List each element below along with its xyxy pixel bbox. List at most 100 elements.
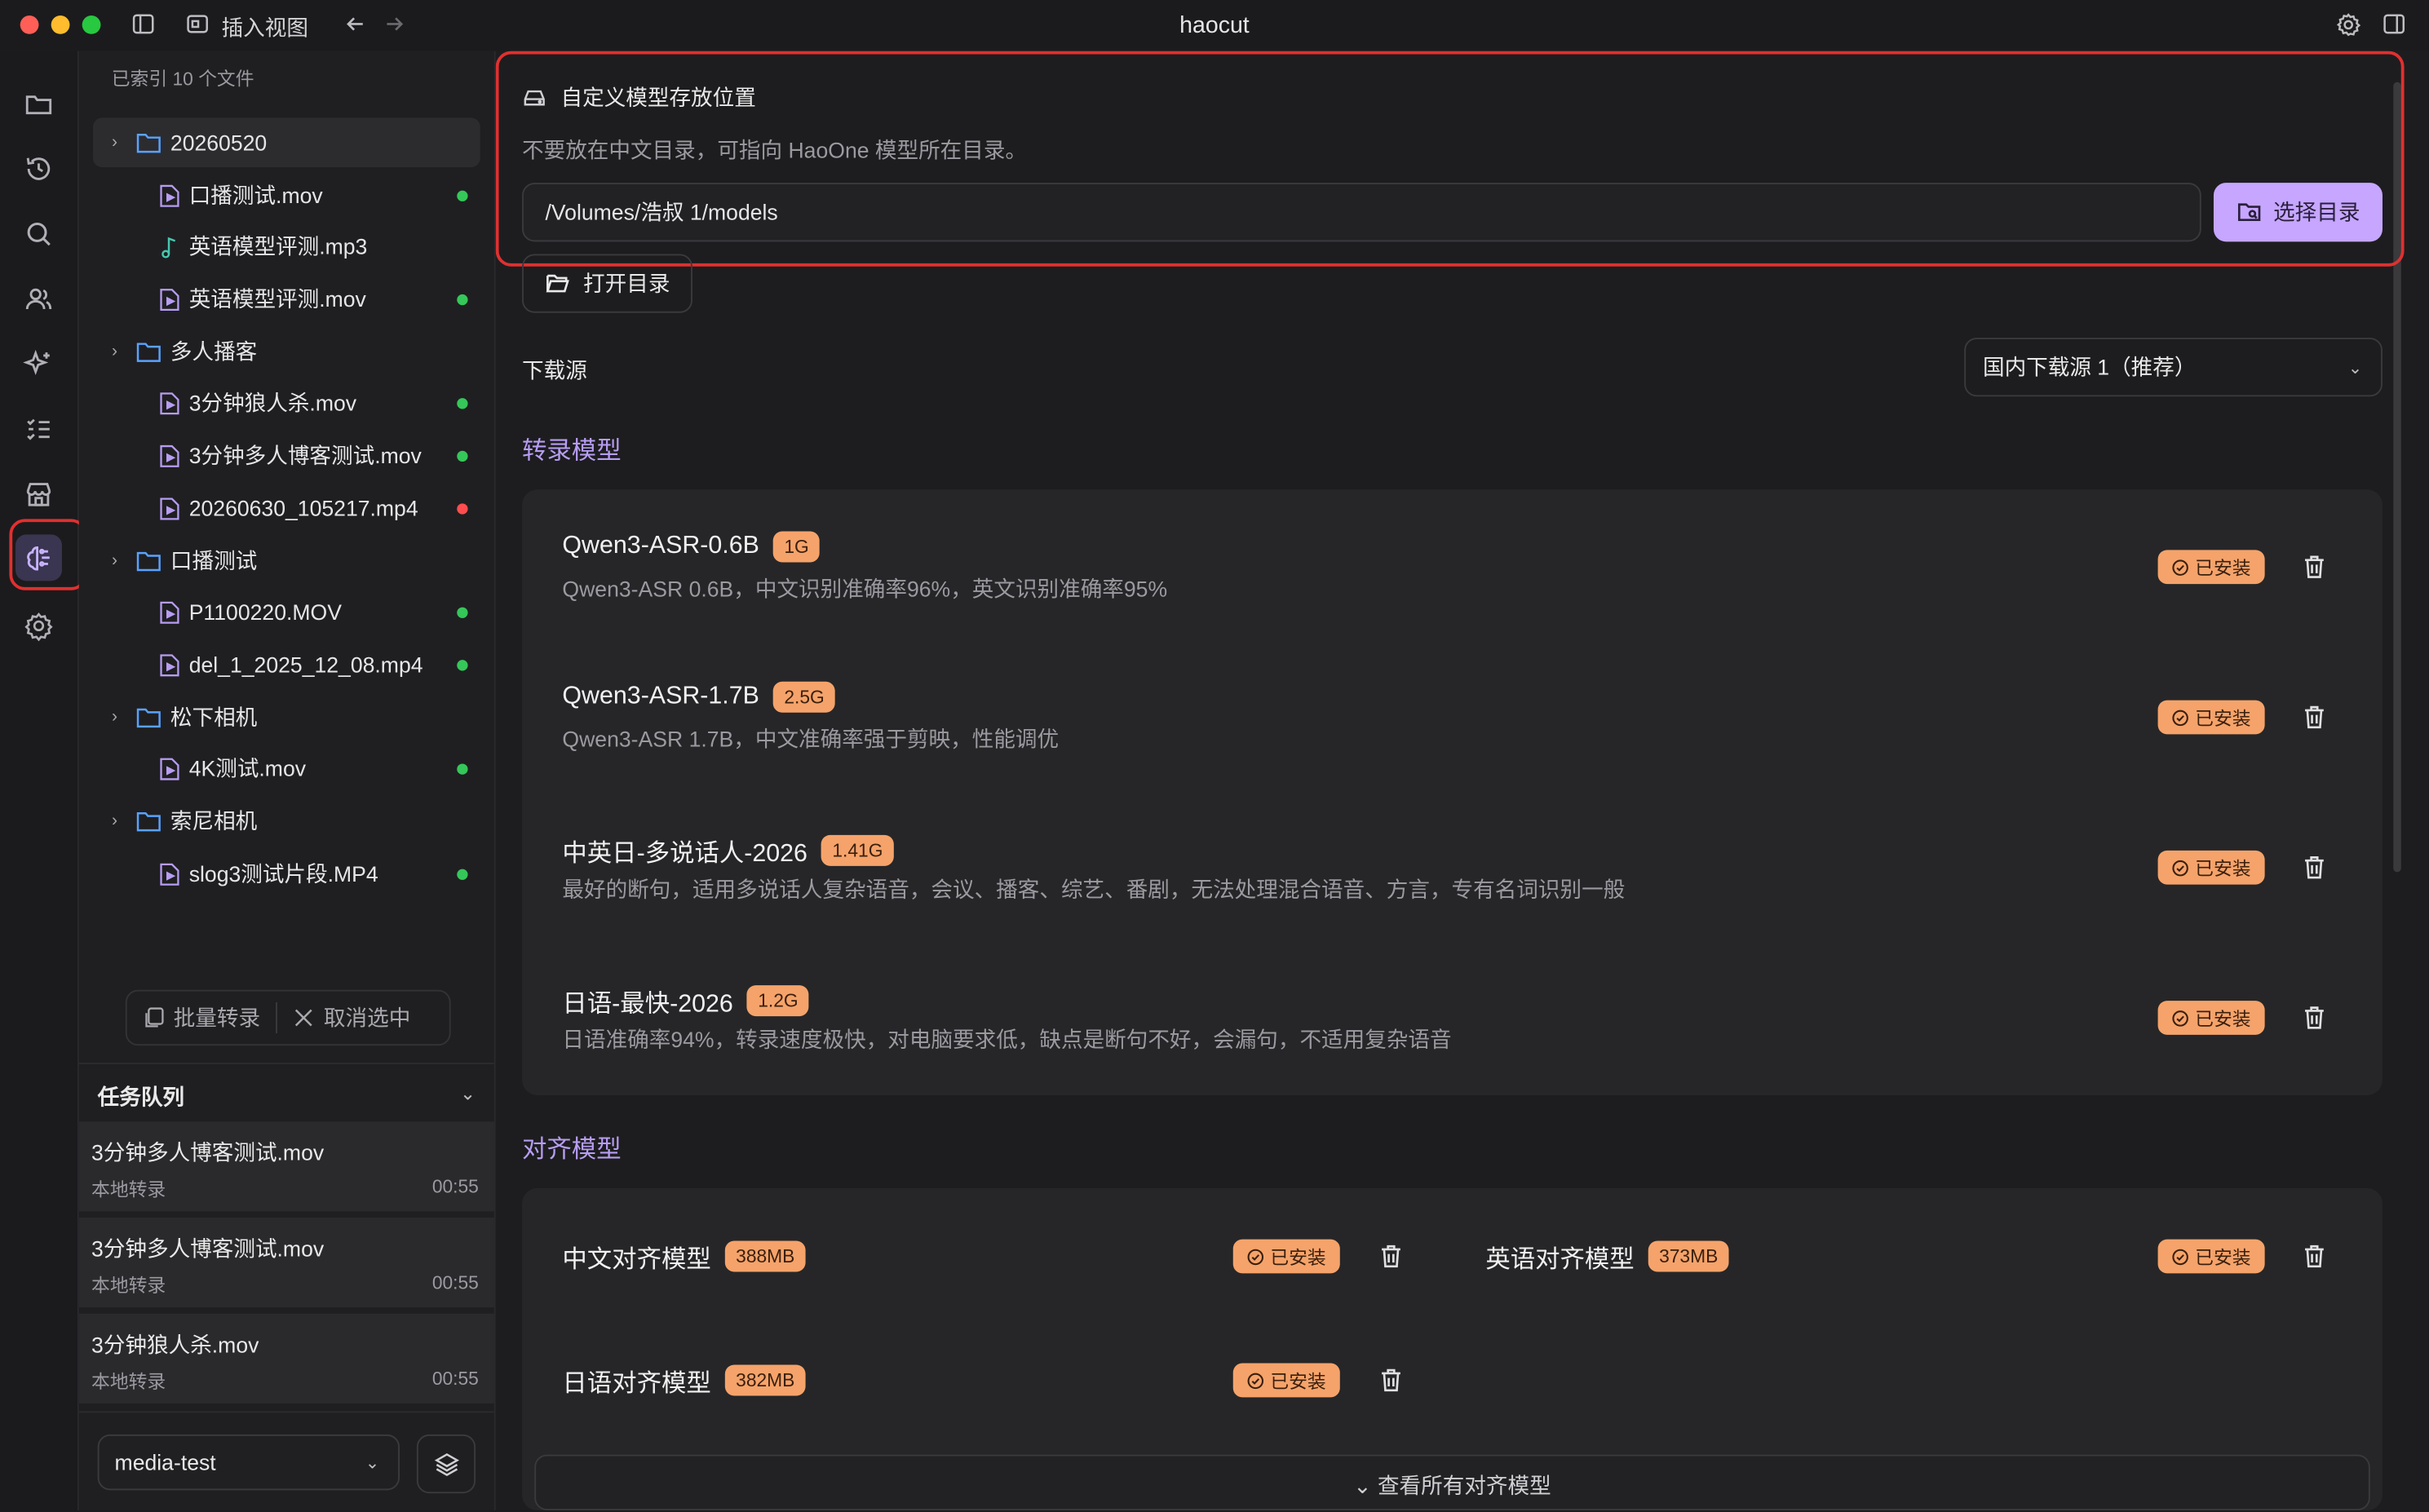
queue-item-time: 00:55 — [431, 1271, 479, 1294]
task-list-icon[interactable] — [20, 410, 58, 448]
tree-file-label: 英语模型评测.mp3 — [188, 233, 368, 259]
check-circle-icon — [2172, 1248, 2188, 1265]
model-description: 最好的断句，适用多说话人复杂语音，会议、播客、综艺、番剧，无法处理混合语音、方言… — [562, 877, 1626, 902]
folder-icon[interactable] — [20, 85, 58, 122]
align-model-label: 中文对齐模型 — [562, 1247, 711, 1274]
tree-file-row[interactable]: 20260630_105217.mp4 — [160, 484, 480, 533]
trash-icon[interactable] — [2300, 854, 2328, 882]
sparkle-icon[interactable] — [20, 346, 58, 383]
tree-file-label: 4K测试.mov — [188, 755, 307, 781]
tree-file-row[interactable]: 口播测试.mov — [160, 170, 480, 220]
installed-label: 已安装 — [2195, 857, 2251, 879]
tree-file-row[interactable]: 3分钟多人博客测试.mov — [160, 431, 480, 480]
tree-folder-label: 索尼相机 — [170, 808, 258, 833]
trash-icon[interactable] — [2300, 1004, 2328, 1032]
see-all-align-models-button[interactable]: ⌄ 查看所有对齐模型 — [534, 1454, 2370, 1511]
chevron-down-icon[interactable]: ⌄ — [460, 1083, 476, 1105]
video-file-icon — [160, 183, 179, 206]
tree-folder-row[interactable]: › 口播测试 — [93, 536, 480, 586]
right-panel-toggle-icon[interactable] — [2383, 12, 2405, 40]
gear-icon[interactable] — [2336, 12, 2361, 42]
model-size-badge: 1G — [773, 531, 821, 563]
choose-directory-label: 选择目录 — [2273, 200, 2360, 225]
model-size-badge: 1.2G — [746, 985, 809, 1017]
video-file-icon — [160, 444, 179, 466]
chevron-down-icon: ⌄ — [2347, 358, 2363, 378]
download-source-value: 国内下载源 1（推荐） — [1982, 354, 2197, 380]
transcribe-models-title: 转录模型 — [522, 438, 622, 465]
chevron-right-icon[interactable]: › — [102, 708, 126, 727]
align-model-label: 英语对齐模型 — [1485, 1247, 1635, 1274]
tree-file-row[interactable]: 英语模型评测.mov — [160, 274, 480, 324]
status-dot — [457, 763, 468, 774]
choose-directory-button[interactable]: 选择目录 — [2213, 183, 2383, 242]
video-file-icon — [160, 653, 179, 676]
tree-file-row[interactable]: 3分钟狼人杀.mov — [160, 378, 480, 427]
tree-folder-row[interactable]: › 索尼相机 — [93, 796, 480, 846]
download-source-select[interactable]: 国内下载源 1（推荐） ⌄ — [1964, 338, 2383, 397]
model-name-label: 日语-最快-2026 — [562, 991, 733, 1018]
batch-transcribe-label: 批量转录 — [173, 1005, 261, 1031]
chevron-right-icon[interactable]: › — [102, 811, 126, 830]
trash-icon[interactable] — [1377, 1366, 1405, 1394]
check-circle-icon — [2172, 559, 2188, 575]
tree-folder-row[interactable]: › 松下相机 — [93, 692, 480, 742]
store-icon[interactable] — [20, 475, 58, 513]
chevron-right-icon[interactable]: › — [102, 343, 126, 361]
video-file-icon — [160, 757, 179, 780]
status-dot — [457, 397, 468, 409]
users-icon[interactable] — [20, 281, 58, 318]
tree-folder-row[interactable]: › 20260520 — [92, 117, 480, 168]
chevron-right-icon[interactable]: › — [102, 133, 126, 152]
model-name: Qwen3-ASR-0.6B 1G — [562, 531, 821, 563]
project-select[interactable]: media-test ⌄ — [97, 1434, 400, 1491]
tree-folder-label: 松下相机 — [170, 705, 258, 730]
folder-icon — [136, 134, 161, 153]
settings-gear-icon[interactable] — [20, 608, 58, 645]
open-directory-label: 打开目录 — [583, 271, 670, 296]
layers-button[interactable] — [416, 1434, 476, 1494]
model-name: 中英日-多说话人-2026 1.41G — [562, 832, 894, 869]
batch-transcribe-button[interactable]: 批量转录 — [127, 992, 260, 1045]
folder-icon — [136, 708, 161, 728]
align-model-name: 日语对齐模型 382MB — [562, 1362, 806, 1399]
trash-icon[interactable] — [1377, 1242, 1405, 1270]
model-settings-panel: 自定义模型存放位置 不要放在中文目录，可指向 HaoOne 模型所在目录。 /V… — [495, 51, 2429, 1511]
folder-open-icon — [545, 274, 569, 293]
status-dot — [457, 606, 468, 617]
layers-icon — [433, 1452, 459, 1476]
trash-icon[interactable] — [2300, 553, 2328, 581]
queue-item[interactable]: 3分钟狼人杀.mov 本地转录 00:55 — [78, 1313, 494, 1404]
chevron-right-icon[interactable]: › — [102, 551, 126, 570]
trash-icon[interactable] — [2300, 703, 2328, 731]
tree-file-label: 3分钟多人博客测试.mov — [188, 443, 422, 468]
search-icon[interactable] — [20, 215, 58, 253]
tree-folder-label: 20260520 — [170, 130, 268, 155]
open-directory-button[interactable]: 打开目录 — [522, 254, 692, 313]
project-select-value: media-test — [114, 1449, 216, 1475]
history-icon[interactable] — [20, 150, 58, 188]
tree-file-row[interactable]: 英语模型评测.mp3 — [160, 222, 480, 272]
model-size-badge: 2.5G — [773, 681, 836, 713]
installed-badge: 已安装 — [1232, 1239, 1340, 1274]
tree-file-label: 20260630_105217.mp4 — [188, 495, 418, 521]
task-queue-header[interactable]: 任务队列 ⌄ — [78, 1063, 494, 1123]
icon-rail — [0, 51, 87, 1511]
tree-folder-row[interactable]: › 多人播客 — [93, 327, 480, 377]
audio-file-icon — [161, 236, 176, 258]
tree-file-row[interactable]: slog3测试片段.MP4 — [160, 849, 480, 899]
installed-badge: 已安装 — [2157, 700, 2265, 735]
queue-item[interactable]: 3分钟多人博客测试.mov 本地转录 00:55 — [78, 1218, 494, 1308]
model-path-input[interactable]: /Volumes/浩叔 1/models — [522, 183, 2201, 242]
installed-label: 已安装 — [2195, 707, 2251, 729]
batch-actions-bar: 批量转录 取消选中 — [125, 989, 451, 1046]
model-size-badge: 373MB — [1648, 1240, 1729, 1272]
tree-file-row[interactable]: P1100220.MOV — [160, 587, 480, 637]
queue-item[interactable]: 3分钟多人博客测试.mov 本地转录 00:55 — [78, 1121, 494, 1212]
tree-file-row[interactable]: 4K测试.mov — [160, 744, 480, 794]
video-file-icon — [160, 600, 179, 623]
installed-label: 已安装 — [2195, 556, 2251, 579]
tree-file-row[interactable]: del_1_2025_12_08.mp4 — [160, 639, 480, 689]
cancel-select-button[interactable]: 取消选中 — [277, 992, 410, 1045]
trash-icon[interactable] — [2300, 1242, 2328, 1270]
